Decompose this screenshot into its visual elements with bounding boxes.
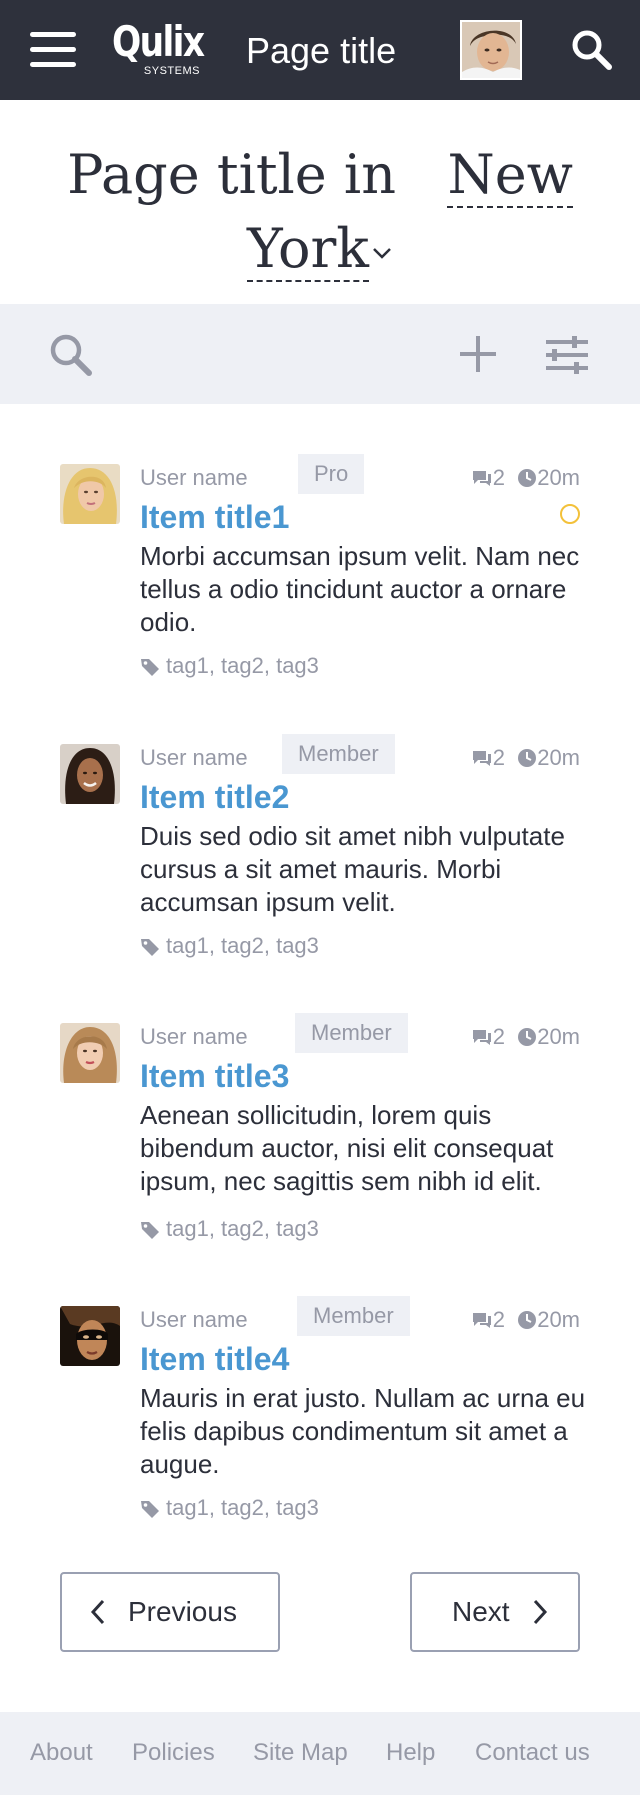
top-bar: Qulix SYSTEMS Page title	[0, 0, 640, 100]
item-tags-text: tag1, tag2, tag3	[166, 1495, 319, 1520]
item-user-name[interactable]: User name	[140, 464, 248, 492]
page-heading: Page title in New York	[0, 100, 640, 304]
chevron-left-icon	[90, 1599, 105, 1625]
list-item[interactable]: User name Member 2 20m Item title3 Aenea…	[0, 1013, 640, 1273]
plus-icon[interactable]	[458, 334, 498, 374]
item-time: 20m	[537, 1024, 580, 1049]
item-tags-text: tag1, tag2, tag3	[166, 933, 319, 958]
list-item[interactable]: User name Member 2 20m Item title4 Mauri…	[0, 1296, 640, 1556]
next-button-label: Next	[452, 1596, 510, 1627]
unread-indicator	[560, 504, 580, 524]
avatar[interactable]	[60, 744, 120, 804]
next-button[interactable]: Next	[410, 1572, 580, 1652]
clock-icon	[518, 749, 537, 767]
user-avatar[interactable]	[460, 20, 522, 80]
search-icon[interactable]	[570, 28, 614, 72]
item-meta: 2 20m	[471, 464, 580, 492]
item-tags[interactable]: tag1, tag2, tag3	[140, 1494, 319, 1522]
menu-icon[interactable]	[30, 32, 76, 68]
tag-icon	[141, 1222, 159, 1239]
tag-icon	[141, 1501, 159, 1518]
tag-icon	[141, 939, 159, 956]
heading-prefix: Page title in	[67, 143, 396, 206]
item-user-name[interactable]: User name	[140, 1023, 248, 1051]
footer-link-site-map[interactable]: Site Map	[253, 1738, 348, 1768]
comment-count: 2	[492, 1307, 505, 1332]
item-time: 20m	[537, 465, 580, 490]
item-title[interactable]: Item title3	[140, 1056, 289, 1096]
clock-icon	[518, 1311, 537, 1329]
avatar[interactable]	[60, 1306, 120, 1366]
comment-count: 2	[492, 1024, 505, 1049]
item-tags[interactable]: tag1, tag2, tag3	[140, 652, 319, 680]
tag-icon	[141, 659, 159, 676]
comment-count: 2	[492, 745, 505, 770]
footer-link-contact-us[interactable]: Contact us	[475, 1738, 590, 1768]
filter-sliders-icon[interactable]	[544, 336, 590, 374]
comment-icon	[472, 1313, 491, 1328]
role-badge: Member	[295, 1013, 408, 1053]
logo-word: Qulix	[112, 17, 205, 66]
item-description: Aenean sollicitudin, lorem quis bibendum…	[140, 1100, 554, 1196]
item-meta: 2 20m	[471, 1306, 580, 1334]
comment-count: 2	[492, 465, 505, 490]
footer: About Policies Site Map Help Contact us	[0, 1712, 640, 1795]
item-title[interactable]: Item title2	[140, 777, 289, 817]
item-time: 20m	[537, 745, 580, 770]
item-description: Duis sed odio sit amet nibh vulputate cu…	[140, 821, 565, 917]
item-meta: 2 20m	[471, 1023, 580, 1051]
toolbar	[0, 304, 640, 404]
avatar[interactable]	[60, 464, 120, 524]
item-time: 20m	[537, 1307, 580, 1332]
avatar[interactable]	[60, 1023, 120, 1083]
item-tags[interactable]: tag1, tag2, tag3	[140, 1215, 319, 1243]
item-tags[interactable]: tag1, tag2, tag3	[140, 932, 319, 960]
item-user-name[interactable]: User name	[140, 1306, 248, 1334]
clock-icon	[518, 469, 537, 487]
item-title[interactable]: Item title4	[140, 1339, 289, 1379]
footer-link-help[interactable]: Help	[386, 1738, 435, 1768]
page-title: Page title	[246, 30, 397, 71]
logo[interactable]: Qulix SYSTEMS	[112, 17, 205, 80]
city-selector[interactable]: York	[0, 212, 640, 286]
clock-icon	[518, 1028, 537, 1046]
footer-link-about[interactable]: About	[30, 1738, 93, 1768]
item-meta: 2 20m	[471, 744, 580, 772]
role-badge: Member	[282, 734, 395, 774]
previous-button[interactable]: Previous	[60, 1572, 280, 1652]
previous-button-label: Previous	[128, 1596, 237, 1627]
chevron-down-icon	[373, 248, 391, 259]
city-selector-first-word[interactable]: New	[447, 143, 573, 208]
item-tags-text: tag1, tag2, tag3	[166, 653, 319, 678]
list-item[interactable]: User name Member 2 20m Item title2 Duis …	[0, 734, 640, 994]
item-description: Morbi accumsan ipsum velit. Nam nec tell…	[140, 541, 580, 637]
footer-link-policies[interactable]: Policies	[132, 1738, 215, 1768]
logo-subtitle: SYSTEMS	[143, 65, 200, 77]
role-badge: Member	[297, 1296, 410, 1336]
comment-icon	[472, 1030, 491, 1045]
role-badge: Pro	[298, 454, 365, 494]
item-description: Mauris in erat justo. Nullam ac urna eu …	[140, 1383, 586, 1479]
city-selector-second-word: York	[246, 217, 369, 282]
item-tags-text: tag1, tag2, tag3	[166, 1216, 319, 1241]
item-user-name[interactable]: User name	[140, 744, 248, 772]
item-title[interactable]: Item title1	[140, 497, 289, 537]
search-icon[interactable]	[48, 332, 94, 378]
comment-icon	[472, 751, 491, 766]
list-item[interactable]: User name Pro 2 20m Item title1 Morbi ac…	[0, 454, 640, 714]
comment-icon	[472, 471, 491, 486]
chevron-right-icon	[533, 1599, 547, 1625]
